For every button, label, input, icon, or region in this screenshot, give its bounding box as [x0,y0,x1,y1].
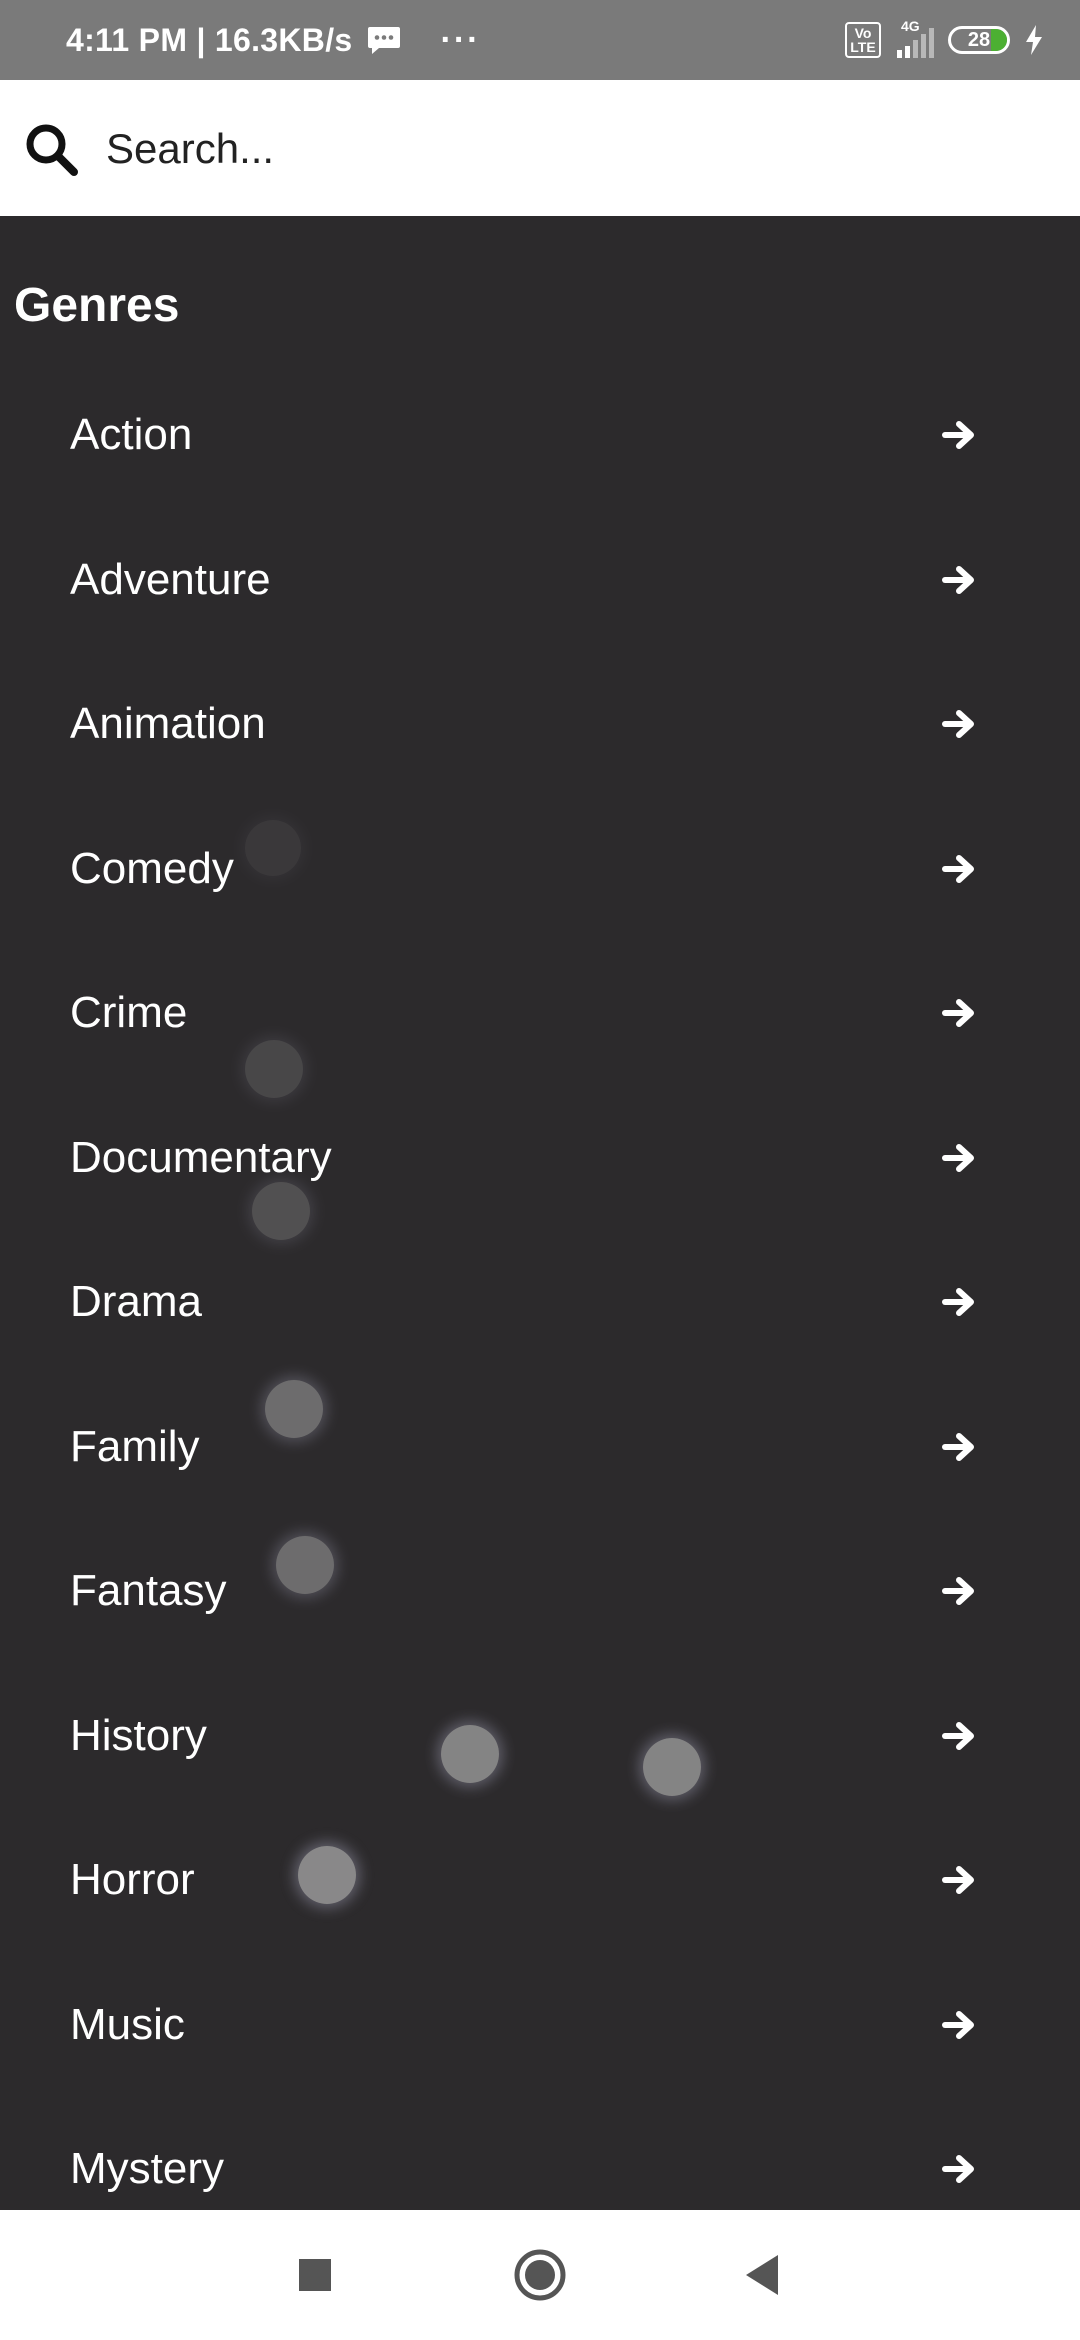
genre-item[interactable]: Action [0,363,1080,508]
signal-icon: 4G [895,18,934,58]
volte-icon: Vo LTE [845,22,881,58]
touch-indicator [265,1380,323,1438]
arrow-right-icon [942,1721,974,1750]
arrow-right-icon [942,710,974,739]
touch-indicator [298,1846,356,1904]
navigation-bar [0,2210,1080,2340]
arrow-right-icon [942,2010,974,2039]
genre-item[interactable]: Crime [0,941,1080,1086]
genre-label: History [70,1710,207,1760]
network-type: 4G [901,18,920,34]
genre-item[interactable]: Fantasy [0,1519,1080,1664]
message-icon [367,27,400,54]
genre-label: Comedy [70,843,234,893]
touch-indicator [441,1725,499,1783]
genre-label: Action [70,410,193,460]
genre-label: Adventure [70,554,271,604]
arrow-right-icon [942,1866,974,1895]
arrow-right-icon [942,854,974,883]
search-input[interactable] [104,110,1008,188]
arrow-right-icon [942,565,974,594]
arrow-right-icon [942,1143,974,1172]
genre-item[interactable]: Music [0,1953,1080,2098]
genre-item[interactable]: Animation [0,652,1080,797]
genre-label: Horror [70,1855,195,1905]
genre-label: Documentary [70,1132,332,1182]
genre-label: Fantasy [70,1566,227,1616]
touch-indicator [643,1738,701,1796]
genre-item[interactable]: Horror [0,1808,1080,1953]
genre-item[interactable]: Adventure [0,508,1080,653]
genre-item[interactable]: History [0,1664,1080,1809]
genre-list: Action Adventure Animation Comedy Crime Docum… [0,363,1080,2242]
status-left: 4:11 PM | 16.3KB/s ··· [66,0,480,80]
arrow-right-icon [942,1577,974,1606]
arrow-right-icon [942,421,974,450]
search-icon[interactable] [24,122,80,178]
arrow-right-icon [942,1432,974,1461]
battery-level: 28 [967,28,991,51]
status-time-speed: 4:11 PM | 16.3KB/s [66,21,353,58]
home-button[interactable] [512,2247,568,2303]
search-bar [0,80,1080,216]
status-bar: 4:11 PM | 16.3KB/s ··· Vo LTE 4G 28 [0,0,1080,80]
genre-label: Drama [70,1277,203,1327]
arrow-right-icon [942,999,974,1028]
genre-label: Crime [70,988,188,1038]
battery-icon: 28 [948,26,1010,54]
genre-label: Mystery [70,2144,224,2194]
genre-label: Family [70,1421,200,1471]
genre-label: Animation [70,699,266,749]
touch-indicator [252,1182,310,1240]
genre-label: Music [70,1999,185,2049]
back-button[interactable] [734,2247,790,2303]
genre-item[interactable]: Documentary [0,1086,1080,1231]
status-right: Vo LTE 4G 28 [845,0,1044,80]
arrow-right-icon [942,1288,974,1317]
genre-item[interactable]: Drama [0,1230,1080,1375]
touch-indicator [245,820,301,876]
genre-item[interactable]: Family [0,1375,1080,1520]
charging-icon [1026,25,1042,55]
genre-item[interactable]: Comedy [0,797,1080,942]
touch-indicator [276,1536,334,1594]
touch-indicator [245,1040,303,1098]
more-notifications-icon: ··· [440,20,481,59]
section-title: Genres [14,279,180,332]
arrow-right-icon [942,2155,974,2184]
recent-apps-button[interactable] [287,2247,343,2303]
